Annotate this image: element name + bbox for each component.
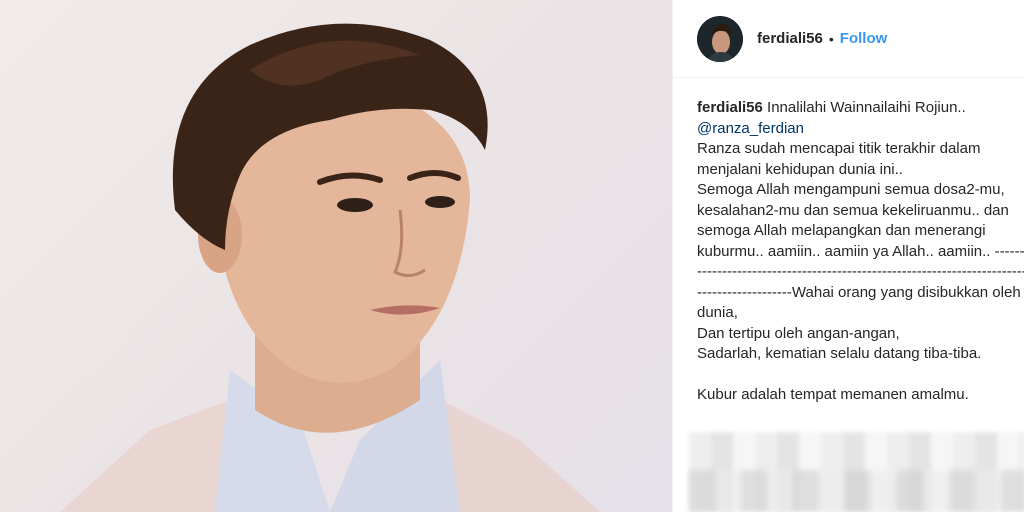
caption-username[interactable]: ferdiali56 [697, 99, 763, 116]
caption-body: Ranza sudah mencapai titik terakhir dala… [697, 140, 1024, 403]
caption-first-line: Innalilahi Wainnailaihi Rojiun.. [762, 99, 966, 116]
follow-button[interactable]: Follow [840, 30, 888, 47]
post-caption: ferdiali56 Innalilahi Wainnailaihi Rojiu… [673, 78, 1024, 406]
header-username[interactable]: ferdiali56 [757, 30, 823, 47]
avatar-image [697, 15, 743, 62]
instagram-post: ferdiali56 • Follow ferdiali56 Innalilah… [0, 0, 1024, 512]
pixelated-overlay-bottom [689, 470, 1024, 512]
post-header: ferdiali56 • Follow [673, 0, 1024, 78]
avatar[interactable] [697, 15, 743, 62]
mention-link[interactable]: @ranza_ferdian [697, 120, 804, 137]
portrait-illustration [60, 23, 600, 512]
post-sidebar: ferdiali56 • Follow ferdiali56 Innalilah… [672, 0, 1024, 512]
separator-dot: • [828, 30, 834, 47]
post-photo[interactable] [0, 0, 672, 512]
